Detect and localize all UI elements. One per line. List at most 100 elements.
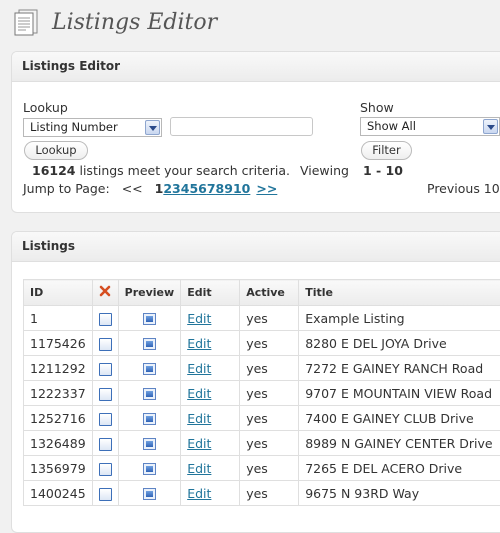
edit-cell: Edit [181, 431, 240, 456]
preview-cell [118, 406, 181, 431]
chevron-down-icon [483, 119, 498, 134]
lookup-label: Lookup [23, 100, 68, 115]
preview-cell [118, 481, 181, 506]
previous-10-label: Previous 10 [427, 181, 500, 196]
listing-id: 1175426 [24, 331, 93, 356]
listing-title: Example Listing [299, 306, 500, 331]
preview-cell [118, 306, 181, 331]
edit-cell: Edit [181, 356, 240, 381]
delete-cell [92, 481, 118, 506]
delete-checkbox[interactable] [99, 313, 112, 326]
edit-link[interactable]: Edit [187, 436, 211, 451]
lookup-input[interactable] [170, 117, 313, 136]
filter-button[interactable]: Filter [361, 141, 412, 160]
preview-icon[interactable] [143, 313, 156, 325]
active-status: yes [240, 406, 299, 431]
delete-checkbox[interactable] [99, 363, 112, 376]
delete-checkbox[interactable] [99, 438, 112, 451]
page-link[interactable]: 9 [224, 181, 233, 196]
active-status: yes [240, 381, 299, 406]
page-link[interactable]: 10 [233, 181, 250, 196]
page-link[interactable]: 2 [163, 181, 172, 196]
preview-icon[interactable] [143, 363, 156, 375]
jump-to-page-label: Jump to Page: [23, 181, 110, 196]
table-row: 1400245Edityes9675 N 93RD Way [24, 481, 500, 506]
column-header-title[interactable]: Title [299, 280, 500, 306]
preview-icon[interactable] [143, 413, 156, 425]
column-header-active[interactable]: Active [240, 280, 299, 306]
preview-cell [118, 356, 181, 381]
preview-icon[interactable] [143, 338, 156, 350]
preview-icon[interactable] [143, 438, 156, 450]
lookup-field-select[interactable]: Listing Number [23, 118, 162, 137]
listing-rows: 1EdityesExample Listing1175426Edityes828… [24, 306, 500, 506]
edit-link[interactable]: Edit [187, 336, 211, 351]
edit-cell: Edit [181, 456, 240, 481]
pagination: Jump to Page: << 12345678910>> [23, 181, 277, 196]
lookup-panel-heading: Listings Editor [12, 52, 500, 82]
active-status: yes [240, 356, 299, 381]
edit-cell: Edit [181, 381, 240, 406]
results-summary: 16124 listings meet your search criteria… [32, 163, 403, 178]
next-arrows-link[interactable]: >> [256, 181, 277, 196]
edit-link[interactable]: Edit [187, 361, 211, 376]
table-header-row: ID Preview Edit Active Title [24, 280, 500, 306]
lookup-button[interactable]: Lookup [24, 141, 88, 160]
page-link[interactable]: 6 [198, 181, 207, 196]
delete-checkbox[interactable] [99, 338, 112, 351]
delete-checkbox[interactable] [99, 413, 112, 426]
delete-checkbox[interactable] [99, 388, 112, 401]
column-header-id[interactable]: ID [24, 280, 93, 306]
delete-checkbox[interactable] [99, 463, 112, 476]
edit-link[interactable]: Edit [187, 411, 211, 426]
preview-cell [118, 381, 181, 406]
preview-icon[interactable] [143, 488, 156, 500]
table-row: 1175426Edityes8280 E DEL JOYA Drive [24, 331, 500, 356]
show-select[interactable]: Show All [360, 117, 500, 136]
active-status: yes [240, 331, 299, 356]
listing-title: 7400 E GAINEY CLUB Drive [299, 406, 500, 431]
listings-panel: Listings ID Preview Edit Active Title 1E… [11, 231, 500, 533]
edit-link[interactable]: Edit [187, 311, 211, 326]
column-header-delete [92, 280, 118, 306]
table-row: 1211292Edityes7272 E GAINEY RANCH Road [24, 356, 500, 381]
edit-link[interactable]: Edit [187, 461, 211, 476]
column-header-preview: Preview [118, 280, 181, 306]
preview-cell [118, 431, 181, 456]
document-icon [12, 7, 42, 37]
lookup-panel: Listings Editor Lookup Listing Number Lo… [11, 51, 500, 213]
listing-title: 7265 E DEL ACERO Drive [299, 456, 500, 481]
delete-cell [92, 356, 118, 381]
active-status: yes [240, 456, 299, 481]
delete-cell [92, 406, 118, 431]
active-status: yes [240, 481, 299, 506]
edit-cell: Edit [181, 331, 240, 356]
page-link[interactable]: 7 [207, 181, 216, 196]
delete-cell [92, 456, 118, 481]
page-title: Listings Editor [52, 10, 217, 35]
table-row: 1326489Edityes8989 N GAINEY CENTER Drive [24, 431, 500, 456]
page-link[interactable]: 8 [216, 181, 225, 196]
listing-id: 1252716 [24, 406, 93, 431]
preview-icon[interactable] [143, 388, 156, 400]
table-row: 1356979Edityes7265 E DEL ACERO Drive [24, 456, 500, 481]
results-count: 16124 [32, 163, 76, 178]
chevron-down-icon [145, 120, 160, 135]
edit-link[interactable]: Edit [187, 386, 211, 401]
prev-arrows: << [122, 181, 143, 196]
preview-icon[interactable] [143, 463, 156, 475]
table-row: 1252716 Edit yes7400 E GAINEY CLUB Drive [24, 406, 500, 431]
preview-cell [118, 331, 181, 356]
listing-id: 1 [24, 306, 93, 331]
delete-checkbox[interactable] [99, 488, 112, 501]
delete-x-icon [99, 285, 111, 297]
show-label: Show [360, 100, 394, 115]
edit-link[interactable]: Edit [187, 486, 211, 501]
listing-id: 1400245 [24, 481, 93, 506]
table-row: 1EdityesExample Listing [24, 306, 500, 331]
edit-cell: Edit [181, 481, 240, 506]
delete-cell [92, 331, 118, 356]
page-link[interactable]: 3 [172, 181, 181, 196]
delete-cell [92, 431, 118, 456]
page-link[interactable]: 5 [189, 181, 198, 196]
